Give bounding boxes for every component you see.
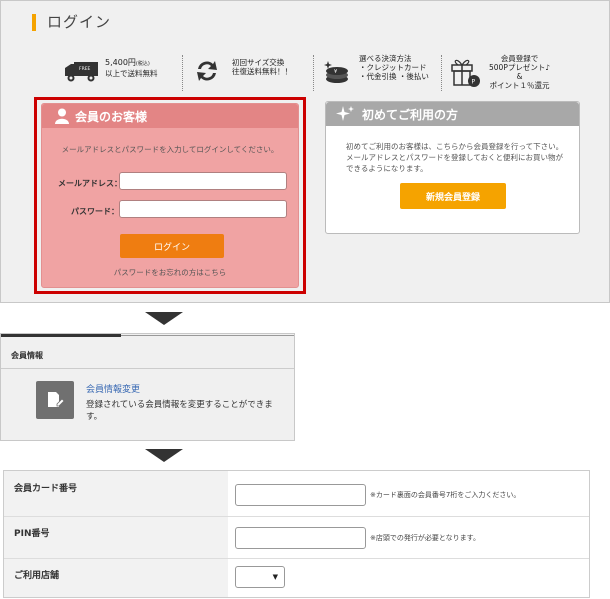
form-row-pin: PIN番号 ※店頭での発行が必要となります。 <box>4 517 589 559</box>
new-user-box: 初めてご利用の方 初めてご利用のお客様は、こちらから会員登録を行って下さい。メー… <box>325 101 580 234</box>
page-title: ログイン <box>47 13 112 31</box>
login-panel: ログイン FREE 5,400円(税込) 以上で送料無料 初回サイズ交換 往復送… <box>0 0 610 303</box>
edit-document-icon <box>36 381 74 419</box>
member-info-panel: 会員情報 会員情報変更 登録されている会員情報を変更することができます。 <box>0 333 295 441</box>
card-number-label: 会員カード番号 <box>14 484 78 494</box>
password-label: パスワード： <box>71 207 119 216</box>
pin-label: PIN番号 <box>14 529 50 539</box>
svg-text:P: P <box>472 79 476 86</box>
svg-text:¥: ¥ <box>334 69 337 75</box>
feature-text: 往復送料無料！！ <box>232 67 292 76</box>
chevron-down-icon: ▼ <box>272 573 278 581</box>
new-user-heading: 初めてご利用の方 <box>362 108 459 122</box>
exchange-arrows-icon <box>197 61 217 81</box>
feature-text: 500Pプレゼント♪ <box>489 63 551 72</box>
divider <box>182 55 183 91</box>
store-label: ご利用店舗 <box>14 571 60 581</box>
divider <box>1 368 294 369</box>
feature-text: 5,400円 <box>105 58 136 67</box>
gift-icon: P <box>451 59 480 87</box>
feature-text: 初回サイズ交換 <box>232 58 285 67</box>
feature-text-small: (税込) <box>135 61 150 67</box>
down-arrow-icon <box>145 312 183 325</box>
divider <box>441 55 442 91</box>
divider <box>313 55 314 91</box>
feature-text: 選べる決済方法 <box>359 54 412 63</box>
down-arrow-icon <box>145 449 183 462</box>
email-field[interactable] <box>119 172 287 190</box>
feature-text: 以上で送料無料 <box>105 69 158 78</box>
password-field[interactable] <box>119 200 287 218</box>
pin-input[interactable] <box>235 527 366 549</box>
sparkle-icon <box>336 106 354 121</box>
card-registration-form: 会員カード番号 ※カード裏面の会員番号7桁をご入力ください。 PIN番号 ※店頭… <box>3 470 590 598</box>
feature-size-exchange: 初回サイズ交換 往復送料無料！！ <box>194 53 309 93</box>
login-button[interactable]: ログイン <box>120 234 224 258</box>
forgot-password-link[interactable]: パスワードをお忘れの方はこちら <box>42 267 298 278</box>
member-login-box: 会員のお客様 メールアドレスとパスワードを入力してログインしてください。 メール… <box>41 103 299 288</box>
feature-points: P 会員登録で 500Pプレゼント♪ & ポイント１％還元 <box>449 53 579 93</box>
card-number-input[interactable] <box>235 484 366 506</box>
new-user-header: 初めてご利用の方 <box>326 102 579 126</box>
member-login-header: 会員のお客様 <box>42 104 298 128</box>
feature-text: ポイント１％還元 <box>489 81 550 90</box>
form-row-card-number: 会員カード番号 ※カード裏面の会員番号7桁をご入力ください。 <box>4 471 589 517</box>
member-info-description: 登録されている会員情報を変更することができます。 <box>86 400 273 422</box>
store-select[interactable]: ▼ <box>235 566 285 588</box>
truck-icon: FREE <box>65 62 98 82</box>
feature-text: ・クレジットカード <box>359 63 427 72</box>
svg-text:FREE: FREE <box>79 66 91 72</box>
email-label: メールアドレス： <box>58 179 122 188</box>
member-login-highlight: 会員のお客様 メールアドレスとパスワードを入力してログインしてください。 メール… <box>34 97 306 294</box>
register-button[interactable]: 新規会員登録 <box>400 183 506 209</box>
feature-text: 会員登録で <box>500 54 539 63</box>
new-user-description: 初めてご利用のお客様は、こちらから会員登録を行って下さい。メールアドレスとパスワ… <box>346 142 564 173</box>
feature-text: ・代金引換 ・後払い <box>359 72 429 81</box>
header-line <box>121 335 294 336</box>
member-info-title: 会員情報 <box>11 351 43 360</box>
coins-icon: ¥ <box>324 61 348 83</box>
title-accent-bar <box>32 14 36 31</box>
feature-payment: ¥ 選べる決済方法 ・クレジットカード ・代金引換 ・後払い <box>323 53 438 93</box>
feature-text: & <box>516 72 523 81</box>
feature-free-shipping: FREE 5,400円(税込) 以上で送料無料 <box>63 53 173 93</box>
member-login-description: メールアドレスとパスワードを入力してログインしてください。 <box>61 145 279 154</box>
member-login-heading: 会員のお客様 <box>75 110 148 124</box>
person-icon <box>55 108 69 124</box>
pin-note: ※店頭での発行が必要となります。 <box>370 534 480 542</box>
header-accent-line <box>1 334 121 337</box>
card-number-note: ※カード裏面の会員番号7桁をご入力ください。 <box>370 491 521 499</box>
member-info-edit-link[interactable]: 会員情報変更 <box>86 382 140 395</box>
form-row-store: ご利用店舗 ▼ <box>4 559 589 597</box>
